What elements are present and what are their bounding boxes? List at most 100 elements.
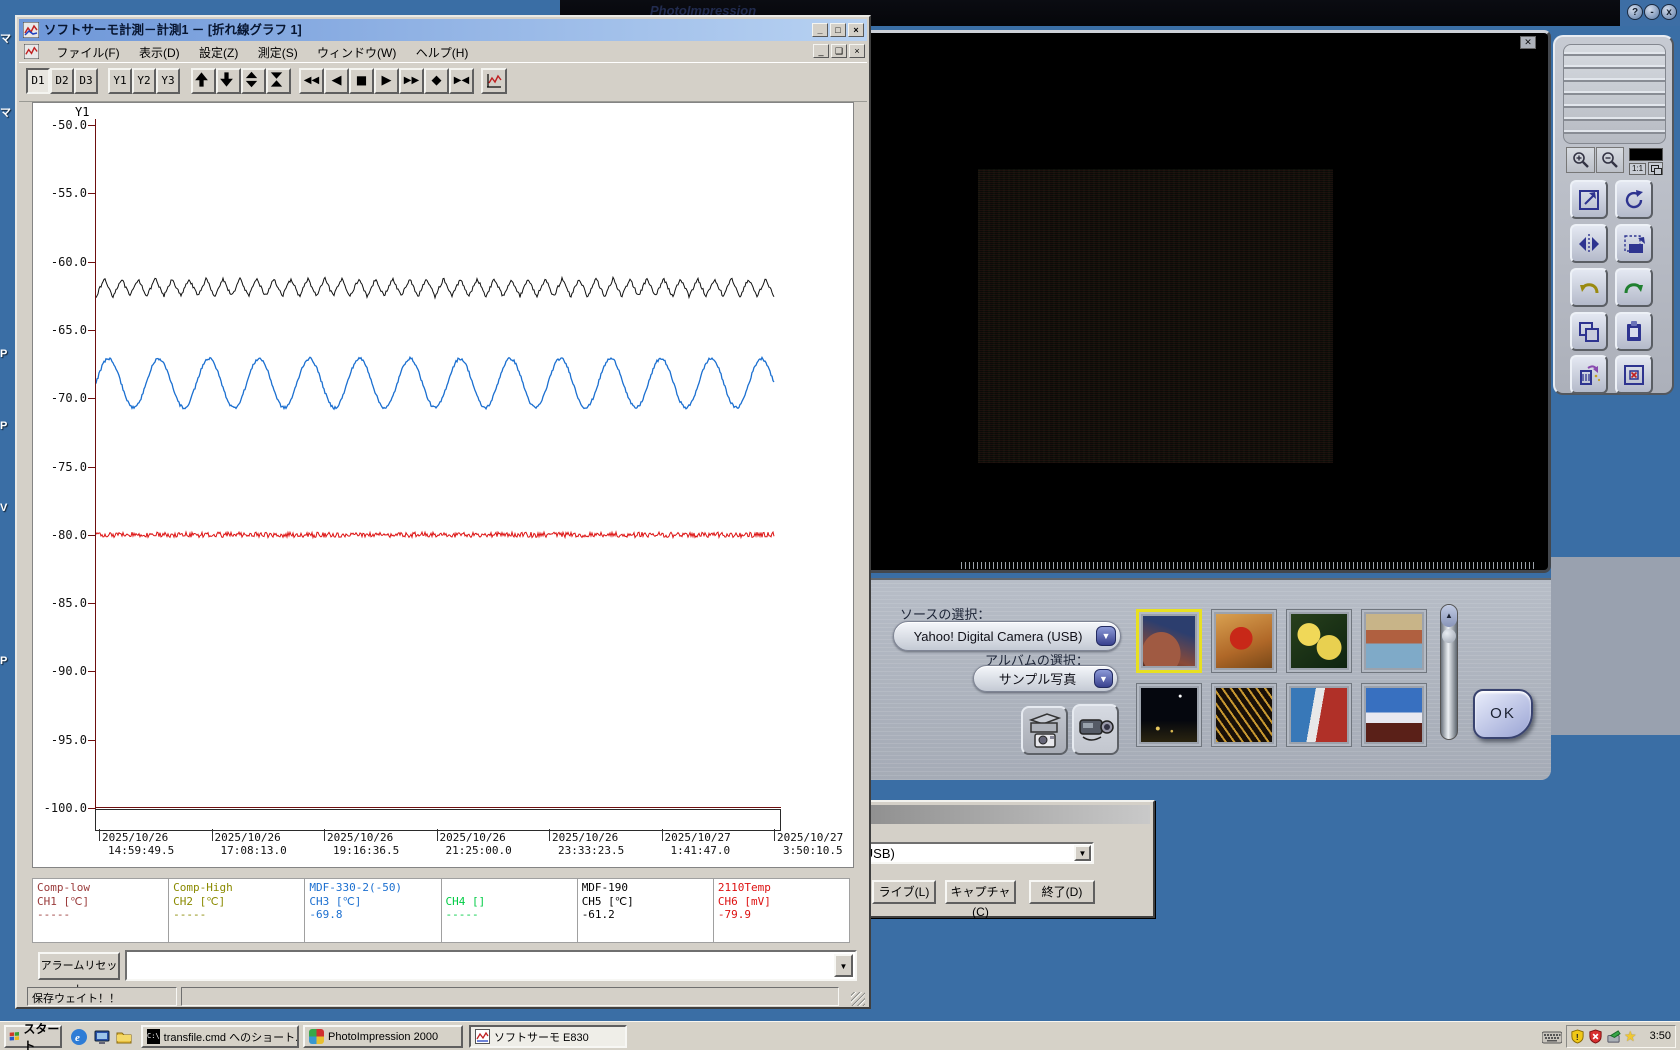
child-window-icon[interactable] [24, 44, 39, 59]
step-back-button[interactable]: ◀ [324, 68, 349, 94]
resize-grip[interactable] [851, 992, 865, 1006]
free-rotate-button[interactable] [1615, 224, 1653, 263]
rewind-button[interactable]: ◀◀ [299, 68, 324, 94]
scroll-up-icon[interactable]: ▲ [1441, 605, 1457, 627]
thumbnail-harbor-village[interactable] [1361, 609, 1427, 673]
thumbnail-gold-weave[interactable] [1211, 683, 1277, 747]
undo-button[interactable] [1570, 268, 1608, 307]
collapse-vertical-button[interactable] [266, 68, 291, 94]
menu-measure[interactable]: 測定(S) [250, 41, 306, 61]
task-photoimpression[interactable]: PhotoImpression 2000 [303, 1025, 463, 1048]
show-desktop-icon[interactable] [93, 1028, 111, 1046]
y2-button[interactable]: Y2 [132, 68, 156, 94]
fast-forward-button[interactable]: ▶▶ [399, 68, 424, 94]
legend-cell-ch1[interactable]: Comp-lowCH1 [℃]----- [33, 879, 169, 942]
thumbnail-yellow-flowers[interactable] [1286, 609, 1352, 673]
source-select-combobox[interactable]: Yahoo! Digital Camera (USB) ▼ [893, 621, 1121, 651]
minimize-button[interactable]: - [1644, 4, 1660, 20]
zoom-out-button[interactable] [1596, 147, 1624, 173]
chevron-down-icon[interactable]: ▼ [1096, 626, 1116, 646]
trash-restore-button[interactable] [1570, 355, 1608, 394]
help-button[interactable]: ? [1627, 4, 1643, 20]
expand-horizontal-button[interactable]: ◆ [424, 68, 449, 94]
ok-button[interactable]: OK [1473, 689, 1533, 739]
start-button[interactable]: スタート [4, 1025, 62, 1048]
thumbnail-red-rock-formation[interactable] [1136, 609, 1202, 673]
rotate-button[interactable] [1615, 180, 1653, 219]
legend-cell-ch3[interactable]: MDF-330-2(-50)CH3 [℃]-69.8 [305, 879, 441, 942]
stop-button[interactable]: ■ [349, 68, 374, 94]
capture-button[interactable]: キャプチャ(C) [945, 880, 1016, 904]
menu-help[interactable]: ヘルプ(H) [408, 41, 477, 61]
d2-button[interactable]: D2 [50, 68, 74, 94]
maximize-button[interactable]: □ [830, 23, 846, 37]
desktop-icon-label[interactable]: P [0, 420, 7, 432]
chart-view-button[interactable] [481, 68, 507, 94]
legend-cell-ch4[interactable]: CH4 []----- [442, 879, 578, 942]
actual-size-button[interactable]: 1:1 [1629, 163, 1646, 175]
window-titlebar[interactable]: ソフトサーモ計測－計測1 － [折れ線グラフ 1] _ □ × [19, 19, 867, 41]
mirror-button[interactable] [1570, 224, 1608, 263]
card-reader-icon[interactable] [1606, 1029, 1621, 1044]
legend-cell-ch5[interactable]: MDF-190CH5 [℃]-61.2 [578, 879, 714, 942]
menu-settings[interactable]: 設定(Z) [191, 41, 246, 61]
internet-explorer-icon[interactable]: e [70, 1028, 88, 1046]
cascade-windows-button[interactable] [1648, 162, 1663, 175]
d3-button[interactable]: D3 [74, 68, 98, 94]
fit-resize-button[interactable] [1570, 180, 1608, 219]
task-softthermo[interactable]: ソフトサーモ E830 [469, 1025, 627, 1048]
expand-vertical-button[interactable] [241, 68, 266, 94]
alert-shield-icon[interactable]: ! [1570, 1029, 1585, 1044]
mdi-close-button[interactable]: × [849, 44, 865, 58]
delete-selection-button[interactable] [1615, 355, 1653, 394]
y3-button[interactable]: Y3 [156, 68, 180, 94]
thumbnail-lighthouse-flag[interactable] [1286, 683, 1352, 747]
alarm-reset-button[interactable]: アラームリセット [38, 952, 120, 980]
d1-button[interactable]: D1 [26, 68, 50, 94]
copy-button[interactable] [1570, 312, 1608, 351]
menu-view[interactable]: 表示(D) [131, 41, 188, 61]
chevron-down-icon[interactable]: ▼ [834, 954, 853, 977]
mdi-restore-button[interactable]: ❑ [831, 44, 847, 58]
go-to-end-button[interactable]: ▶◀ [449, 68, 474, 94]
desktop-icon-label[interactable]: V [0, 502, 7, 514]
palette-gripper[interactable] [1563, 44, 1666, 144]
chart-pan-box[interactable] [95, 809, 781, 831]
desktop-icon-label[interactable]: マ [0, 104, 11, 120]
error-shield-icon[interactable] [1588, 1029, 1603, 1044]
desktop-icon-label[interactable]: マ [0, 30, 11, 46]
thumbnail-cardinal-bird[interactable] [1211, 609, 1277, 673]
paste-button[interactable] [1615, 312, 1653, 351]
chevron-down-icon[interactable]: ▼ [1094, 669, 1113, 688]
close-button[interactable]: x [1661, 4, 1677, 20]
keyboard-icon[interactable] [1542, 1030, 1562, 1044]
alarm-combobox[interactable]: ▼ [125, 950, 857, 981]
menu-file[interactable]: ファイル(F) [48, 41, 127, 61]
menu-window[interactable]: ウィンドウ(W) [309, 41, 404, 61]
task-transfile[interactable]: C:\ transfile.cmd へのショート... [141, 1025, 299, 1048]
exit-button[interactable]: 終了(D) [1029, 880, 1095, 904]
folder-icon[interactable] [115, 1028, 133, 1046]
preview-close-icon[interactable]: ✕ [1520, 36, 1536, 49]
thumbnail-night-skyline[interactable] [1136, 683, 1202, 747]
desktop-icon-label[interactable]: P [0, 655, 7, 667]
mdi-minimize-button[interactable]: _ [813, 44, 829, 58]
scanner-camera-button[interactable] [1021, 706, 1068, 755]
redo-button[interactable] [1615, 268, 1653, 307]
chevron-down-icon[interactable]: ▼ [1074, 845, 1091, 861]
zoom-in-button[interactable] [1566, 147, 1595, 173]
scale-down-button[interactable] [216, 68, 241, 94]
legend-cell-ch2[interactable]: Comp-HighCH2 [℃]----- [169, 879, 305, 942]
thumbnail-clouds-over-desert[interactable] [1361, 683, 1427, 747]
album-select-combobox[interactable]: サンプル写真 ▼ [973, 665, 1118, 692]
legend-cell-ch6[interactable]: 2110TempCH6 [mV]-79.9 [714, 879, 849, 942]
star-icon[interactable]: ★ [1624, 1029, 1637, 1044]
y1-button[interactable]: Y1 [108, 68, 132, 94]
scale-up-button[interactable] [191, 68, 216, 94]
step-forward-button[interactable]: ▶ [374, 68, 399, 94]
desktop-icon-label[interactable]: P [0, 348, 7, 360]
thumbnail-scrollbar[interactable]: ▲ [1440, 604, 1458, 740]
minimize-button[interactable]: _ [812, 23, 828, 37]
camera-preview-area[interactable]: ✕ [860, 30, 1551, 573]
live-button[interactable]: ライブ(L) [872, 880, 936, 904]
